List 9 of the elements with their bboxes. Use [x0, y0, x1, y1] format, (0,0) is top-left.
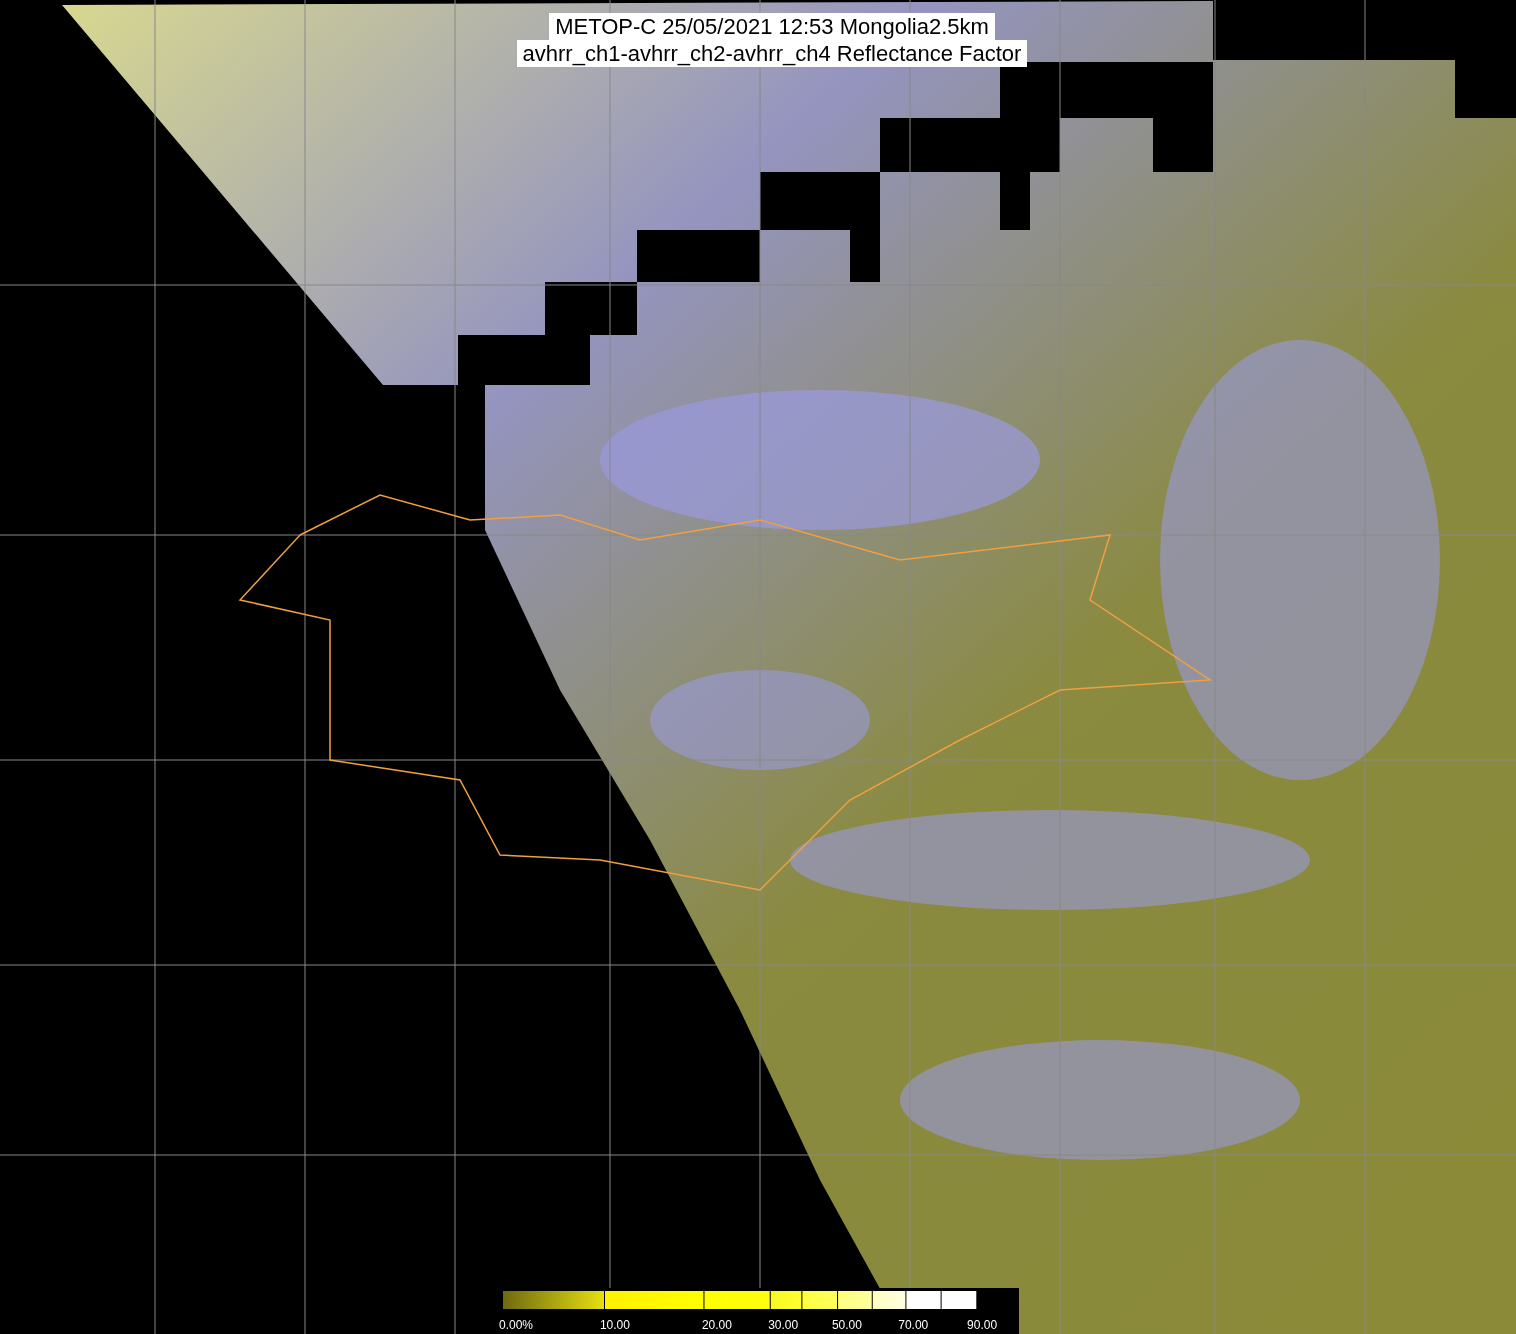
- scale-label: 0.00%: [499, 1318, 534, 1332]
- image-title: avhrr_ch1-avhrr_ch2-avhrr_ch4 Reflectance Factor: [516, 40, 1028, 67]
- scale-label: 90.00: [967, 1318, 998, 1332]
- scale-label: 70.00: [898, 1318, 929, 1332]
- scale-label: 50.00: [831, 1318, 862, 1332]
- scale-label: 10.00: [599, 1318, 630, 1332]
- scale-label: 30.00: [768, 1318, 799, 1332]
- scale-label: 20.00: [701, 1318, 732, 1332]
- image-title: METOP-C 25/05/2021 12:53 Mongolia2.5km: [549, 13, 995, 40]
